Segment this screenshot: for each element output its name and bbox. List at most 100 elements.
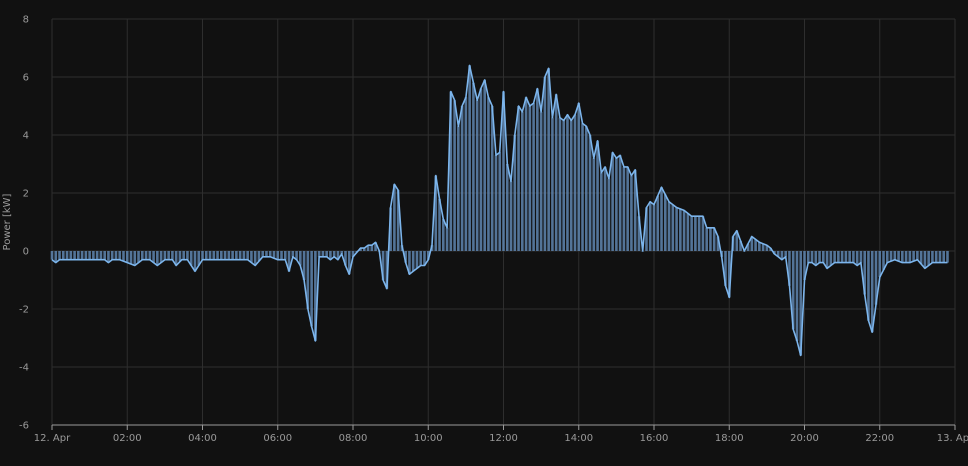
power-bar [103,251,106,260]
power-bar [77,251,80,260]
power-bar [227,251,231,260]
power-bar [795,251,799,341]
power-bar [818,251,821,263]
y-tick-label: -4 [19,363,29,374]
power-bar [411,251,415,272]
power-bar [50,251,54,260]
power-bar [483,79,486,252]
power-bar [822,251,825,263]
power-bar [110,251,114,260]
y-axis-label: Power [kW] [2,193,13,250]
x-tick-label: 12:00 [489,433,518,444]
power-chart: -6 -4 -2 0 2 4 6 8 12. Apr 02:00 04:00 06:00 08:00 1… [0,0,968,466]
x-tick-label: 22:00 [865,433,894,444]
power-bar [806,251,810,263]
power-bar [569,120,573,251]
power-bar [84,251,88,260]
power-bar [615,158,618,251]
power-bar [573,114,577,251]
power-bar [532,103,535,251]
power-bar [566,114,569,251]
power-bar [840,251,844,263]
power-bar [784,251,787,257]
power-bar [487,97,490,251]
x-tick-label: 14:00 [564,433,593,444]
power-bar [242,251,246,260]
power-bar [99,251,103,260]
power-bar [95,251,99,260]
power-bar [885,251,889,263]
power-bar [908,251,912,263]
power-bar [524,97,528,251]
power-bar [265,251,268,257]
power-bar [231,251,234,260]
power-bar [114,251,118,260]
power-bar [897,251,900,262]
power-bar [517,106,520,251]
power-bar [208,251,212,260]
power-bar [54,251,58,263]
power-bar [268,251,272,257]
power-bar [889,251,893,262]
power-bar [690,216,693,251]
power-bar [942,251,946,263]
power-bar [122,251,125,262]
power-bar [261,251,264,257]
power-bar [916,251,919,260]
power-bar [618,155,622,251]
power-bar [581,123,584,251]
power-bar [859,251,863,263]
power-bar [758,242,761,251]
power-bar [129,251,133,265]
power-bar [460,106,464,251]
power-bar [464,97,468,251]
power-bar [829,251,833,266]
power-bar [171,251,174,260]
power-bar [457,126,460,251]
power-bar [938,251,942,263]
x-tick-label: 08:00 [339,433,368,444]
power-bar [419,251,423,266]
power-bar [848,251,851,263]
power-bar [855,251,859,266]
power-bar [626,166,629,251]
power-bar [152,251,155,263]
y-tick-label: -2 [19,305,29,316]
x-tick-label: 02:00 [113,433,142,444]
power-bar [453,100,456,251]
power-bar [946,251,949,263]
power-bar [754,239,757,251]
power-bar [276,251,280,260]
power-bar [686,213,690,251]
power-bar [65,251,69,260]
power-bar [679,208,682,251]
power-bar [547,68,550,251]
power-bar [675,207,678,251]
power-bar [682,210,686,251]
power-bar [596,140,599,251]
x-tick-label: 18:00 [715,433,744,444]
power-bar [528,106,532,251]
power-bar [332,251,336,257]
power-bar [893,251,897,260]
power-bar [220,251,223,260]
y-tick-label: -6 [19,421,29,432]
power-bar [137,251,140,263]
power-bar [92,251,95,260]
power-bar [235,251,238,260]
power-bar [133,251,137,266]
power-bar [156,251,159,266]
power-bar [878,251,882,278]
power-bar [479,88,483,251]
x-tick-label: 20:00 [790,433,819,444]
power-bar [61,251,65,260]
power-bar [472,82,475,251]
power-bar [223,251,227,260]
power-bar [494,155,498,251]
x-tick-label: 13. Apr [937,433,968,444]
power-bar [607,178,611,251]
power-bar [927,251,930,266]
power-bar [445,227,449,251]
power-bar [442,219,445,251]
power-bar [238,251,242,260]
